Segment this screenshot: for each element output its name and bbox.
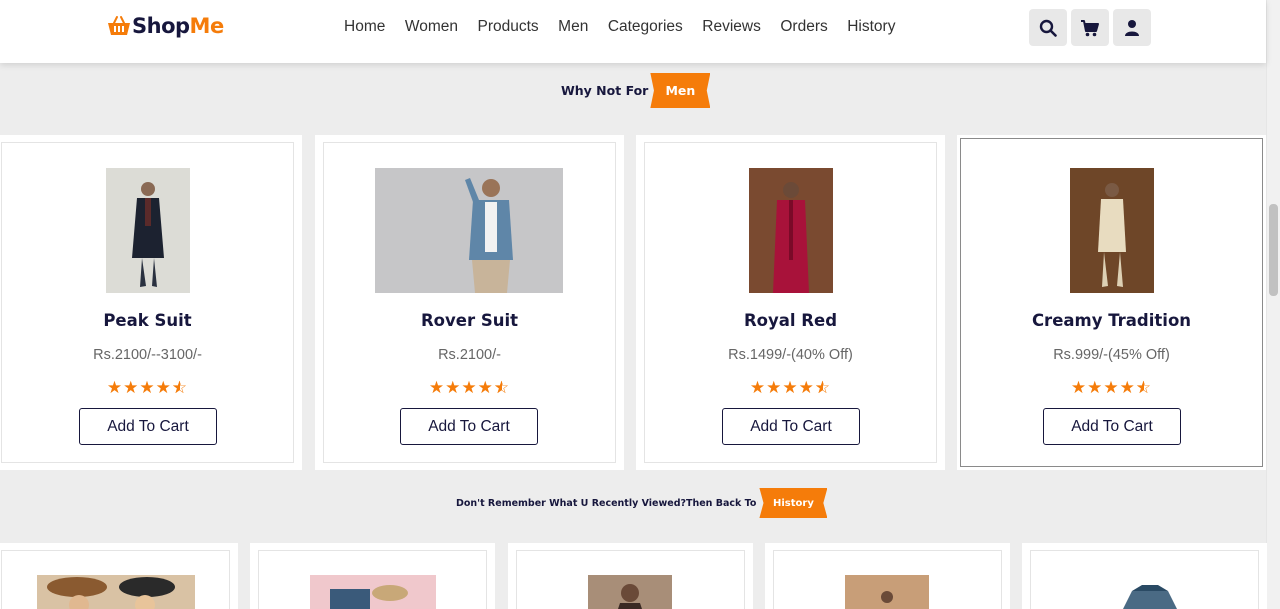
history-card[interactable] [1022,543,1267,609]
product-image [106,168,190,293]
history-product-image [1110,575,1190,609]
history-card[interactable] [0,543,238,609]
top-header: ShopMe Home Women Products Men Categorie… [0,0,1266,63]
nav-orders[interactable]: Orders [780,18,827,36]
history-product-image [310,575,436,609]
product-price: Rs.999/-(45% Off) [1053,347,1170,363]
search-button[interactable] [1029,9,1067,46]
history-section-label: Don't Remember What U Recently Viewed?Th… [456,497,757,509]
product-card[interactable]: Royal Red Rs.1499/-(40% Off) ★★★★☆★ Add … [636,135,945,470]
nav-history[interactable]: History [847,18,895,36]
history-card[interactable] [765,543,1010,609]
product-image [749,168,833,293]
history-product-image [588,575,672,609]
add-to-cart-button[interactable]: Add To Cart [722,408,860,445]
nav-products[interactable]: Products [477,18,538,36]
add-to-cart-button[interactable]: Add To Cart [1043,408,1181,445]
men-tag[interactable]: Men [650,73,711,108]
product-name[interactable]: Creamy Tradition [957,311,1266,330]
product-name[interactable]: Peak Suit [0,311,302,330]
history-section-heading: Don't Remember What U Recently Viewed?Th… [456,488,828,518]
brand-logo[interactable]: ShopMe [107,14,224,38]
basket-icon [107,15,131,37]
men-section-heading: Why Not For Men [561,73,711,108]
history-product-image [845,575,929,609]
user-icon [1125,19,1139,36]
product-image [375,168,563,293]
product-price: Rs.2100/--3100/- [93,347,202,363]
product-card[interactable]: Creamy Tradition Rs.999/-(45% Off) ★★★★☆… [957,135,1266,470]
add-to-cart-button[interactable]: Add To Cart [400,408,538,445]
rating-stars: ★★★★☆★ [749,378,832,398]
scrollbar-thumb[interactable] [1269,204,1278,296]
history-product-image [37,575,195,609]
cart-button[interactable] [1071,9,1109,46]
brand-name-part1: Shop [132,14,190,38]
brand-name-part2: Me [189,14,225,38]
history-tag[interactable]: History [759,488,828,518]
product-card[interactable]: Rover Suit Rs.2100/- ★★★★☆★ Add To Cart [315,135,624,470]
nav-men[interactable]: Men [558,18,588,36]
add-to-cart-button[interactable]: Add To Cart [79,408,217,445]
history-card[interactable] [250,543,495,609]
nav-reviews[interactable]: Reviews [702,18,761,36]
rating-stars: ★★★★☆★ [1070,378,1153,398]
rating-stars: ★★★★☆★ [428,378,511,398]
men-section-label: Why Not For [561,83,649,98]
rating-stars: ★★★★☆★ [106,378,189,398]
search-icon [1039,19,1057,37]
product-image [1070,168,1154,293]
product-price: Rs.1499/-(40% Off) [728,347,853,363]
product-name[interactable]: Rover Suit [315,311,624,330]
nav-women[interactable]: Women [405,18,458,36]
product-card[interactable]: Peak Suit Rs.2100/--3100/- ★★★★☆★ Add To… [0,135,302,470]
nav-home[interactable]: Home [344,18,385,36]
history-card[interactable] [508,543,753,609]
cart-icon [1081,19,1099,36]
main-nav: Home Women Products Men Categories Revie… [344,18,915,36]
nav-categories[interactable]: Categories [608,18,683,36]
product-price: Rs.2100/- [438,347,501,363]
account-button[interactable] [1113,9,1151,46]
page-scrollbar[interactable] [1266,0,1280,609]
product-name[interactable]: Royal Red [636,311,945,330]
